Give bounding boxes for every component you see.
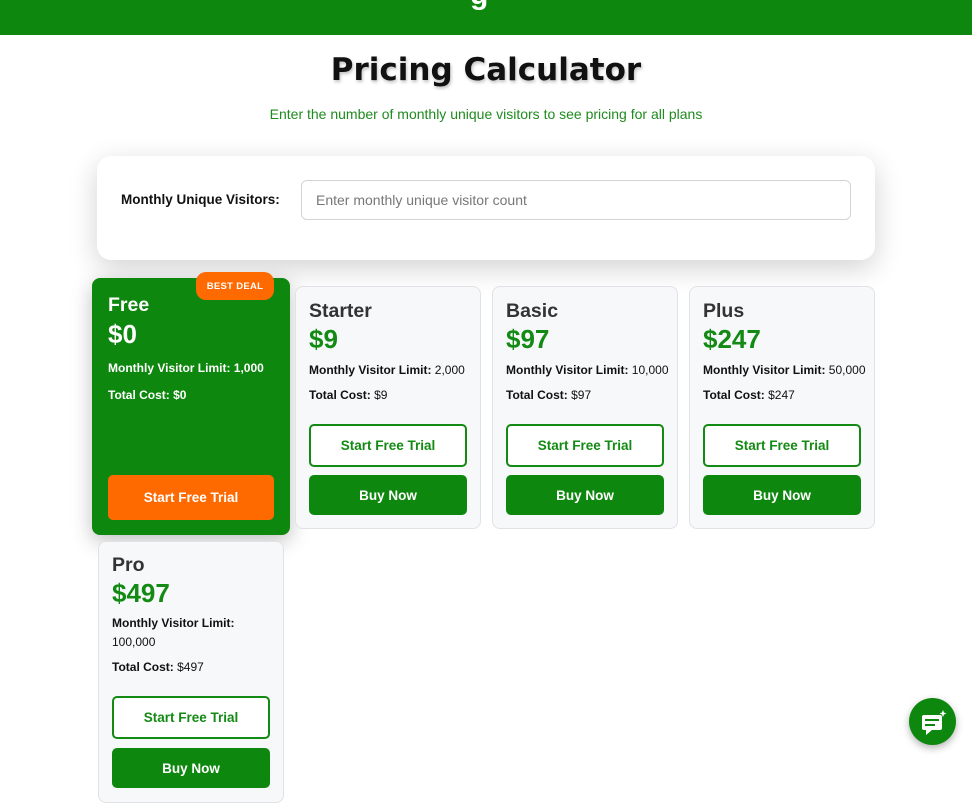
- plan-name: Free: [108, 294, 150, 316]
- plan-total-cost: Total Cost: $247: [703, 386, 795, 405]
- plan-limit-value: 10,000: [631, 363, 669, 377]
- plan-limit-label: Monthly Visitor Limit:: [703, 363, 826, 377]
- plan-name: Plus: [703, 300, 745, 322]
- plan-card-basic: Basic $97 Monthly Visitor Limit: 10,000 …: [492, 286, 678, 529]
- plan-name: Starter: [309, 300, 372, 322]
- plan-cost-value: $0: [173, 388, 187, 402]
- plan-card-starter: Starter $9 Monthly Visitor Limit: 2,000 …: [295, 286, 481, 529]
- start-free-trial-button[interactable]: Start Free Trial: [108, 475, 274, 520]
- plan-cost-label: Total Cost:: [112, 660, 174, 674]
- plan-limit-label: Monthly Visitor Limit:: [309, 363, 432, 377]
- plan-limit-label: Monthly Visitor Limit:: [108, 361, 231, 375]
- buy-now-button[interactable]: Buy Now: [703, 475, 861, 515]
- plan-limit: Monthly Visitor Limit: 100,000: [112, 614, 262, 652]
- plan-cost-label: Total Cost:: [108, 388, 170, 402]
- plan-cost-value: $97: [571, 388, 592, 402]
- page-title: Pricing Calculator: [330, 52, 642, 88]
- plan-limit-label: Monthly Visitor Limit:: [506, 363, 629, 377]
- plan-limit: Monthly Visitor Limit: 10,000: [506, 361, 669, 380]
- plan-cost-value: $247: [768, 388, 795, 402]
- plan-limit-value: 100,000: [112, 635, 156, 649]
- start-free-trial-button[interactable]: Start Free Trial: [309, 424, 467, 467]
- plan-limit-label: Monthly Visitor Limit:: [112, 616, 235, 630]
- chat-sparkle-icon: [921, 709, 946, 735]
- plan-cost-label: Total Cost:: [703, 388, 765, 402]
- plan-price: $0: [108, 319, 137, 349]
- plan-limit: Monthly Visitor Limit: 2,000: [309, 361, 465, 380]
- plan-limit: Monthly Visitor Limit: 1,000: [108, 361, 264, 375]
- plan-total-cost: Total Cost: $9: [309, 386, 387, 405]
- plan-limit-value: 1,000: [233, 361, 264, 375]
- plan-price: $497: [112, 578, 170, 608]
- buy-now-button[interactable]: Buy Now: [506, 475, 664, 515]
- start-free-trial-button[interactable]: Start Free Trial: [703, 424, 861, 467]
- plan-cost-value: $497: [177, 660, 204, 674]
- plan-total-cost: Total Cost: $97: [506, 386, 591, 405]
- plan-card-plus: Plus $247 Monthly Visitor Limit: 50,000 …: [689, 286, 875, 529]
- page-subtitle: Enter the number of monthly unique visit…: [269, 106, 703, 122]
- plan-price: $9: [309, 324, 338, 354]
- plan-cost-value: $9: [374, 388, 388, 402]
- top-header-bar: g: [0, 0, 972, 35]
- buy-now-button[interactable]: Buy Now: [309, 475, 467, 515]
- calculator-panel: Monthly Unique Visitors:: [97, 156, 875, 260]
- visitors-input[interactable]: [301, 180, 851, 220]
- plan-card-pro: Pro $497 Monthly Visitor Limit: 100,000 …: [98, 541, 284, 803]
- plan-total-cost: Total Cost: $0: [108, 388, 186, 402]
- plan-price: $247: [703, 324, 761, 354]
- start-free-trial-button[interactable]: Start Free Trial: [112, 696, 270, 739]
- best-deal-badge: BEST DEAL: [196, 272, 274, 300]
- plan-cost-label: Total Cost:: [309, 388, 371, 402]
- buy-now-button[interactable]: Buy Now: [112, 748, 270, 788]
- plan-limit-value: 2,000: [434, 363, 465, 377]
- plan-limit-value: 50,000: [828, 363, 866, 377]
- plan-price: $97: [506, 324, 550, 354]
- header-title-partial: g: [470, 0, 488, 12]
- visitors-label: Monthly Unique Visitors:: [121, 192, 280, 207]
- chat-button[interactable]: [909, 698, 956, 745]
- plan-limit: Monthly Visitor Limit: 50,000: [703, 361, 866, 380]
- start-free-trial-button[interactable]: Start Free Trial: [506, 424, 664, 467]
- plan-total-cost: Total Cost: $497: [112, 658, 204, 677]
- plan-card-free: BEST DEAL Free $0 Monthly Visitor Limit:…: [92, 272, 290, 535]
- plan-cost-label: Total Cost:: [506, 388, 568, 402]
- plan-name: Basic: [506, 300, 559, 322]
- plan-name: Pro: [112, 554, 145, 576]
